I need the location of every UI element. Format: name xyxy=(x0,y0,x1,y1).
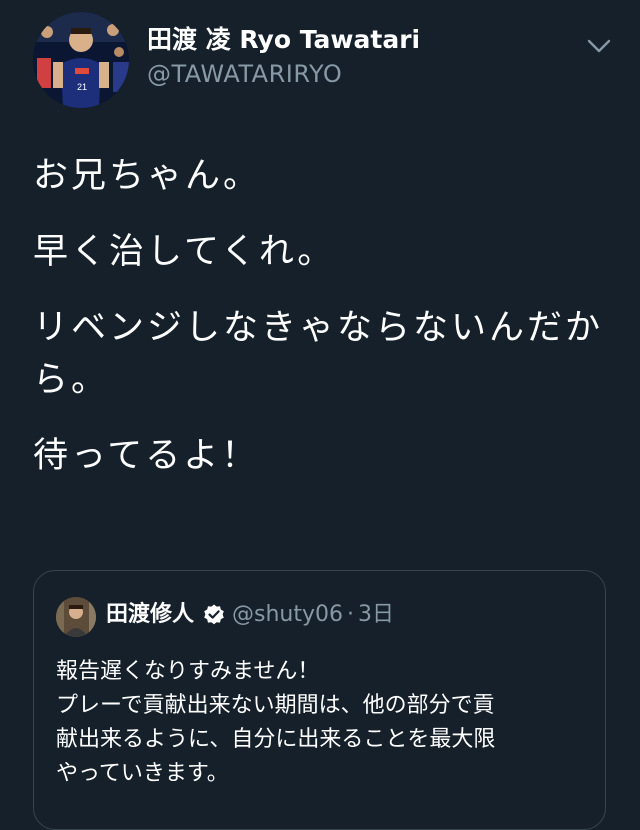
quoted-text-line: プレーで貢献出来ない期間は、他の部分で貢 xyxy=(56,693,495,718)
quoted-tweet-card[interactable]: 田渡修人 @shuty06 · 3日 報告遅くなりすみません！ プレーで貢献出来… xyxy=(33,570,606,830)
quoted-separator: · xyxy=(347,602,355,627)
quoted-author-avatar[interactable] xyxy=(56,597,96,637)
author-display-name[interactable]: 田渡 凌 Ryo Tawatari xyxy=(147,25,420,55)
quoted-timestamp[interactable]: 3日 xyxy=(358,599,394,631)
tweet-text: お兄ちゃん。 早く治してくれ。 リベンジしなきゃならないんだから。 待ってるよ！ xyxy=(33,150,613,506)
verified-badge-icon xyxy=(202,603,226,627)
quoted-tweet-header: 田渡修人 @shuty06 · 3日 xyxy=(106,599,394,631)
tweet-paragraph: 待ってるよ！ xyxy=(33,436,260,476)
author-handle[interactable]: @TAWATARIRYO xyxy=(147,60,342,89)
tweet-paragraph: お兄ちゃん。 xyxy=(33,156,262,196)
quoted-text-line: 報告遅くなりすみません！ xyxy=(56,659,320,684)
chevron-down-icon[interactable] xyxy=(585,36,613,56)
quoted-author-handle[interactable]: @shuty06 xyxy=(232,599,343,631)
quoted-author-name[interactable]: 田渡修人 xyxy=(106,599,194,631)
svg-text:21: 21 xyxy=(77,82,87,92)
quoted-tweet-text: 報告遅くなりすみません！ プレーで貢献出来ない期間は、他の部分で貢 献出来るよう… xyxy=(56,655,586,791)
author-avatar[interactable]: 21 xyxy=(33,12,129,108)
tweet-paragraph: 早く治してくれ。 xyxy=(33,232,336,272)
quoted-text-line: やっていきます。 xyxy=(56,761,229,786)
quoted-text-line: 献出来るように、自分に出来ることを最大限 xyxy=(56,727,496,752)
tweet-paragraph: リベンジしなきゃならないんだから。 xyxy=(33,308,604,400)
